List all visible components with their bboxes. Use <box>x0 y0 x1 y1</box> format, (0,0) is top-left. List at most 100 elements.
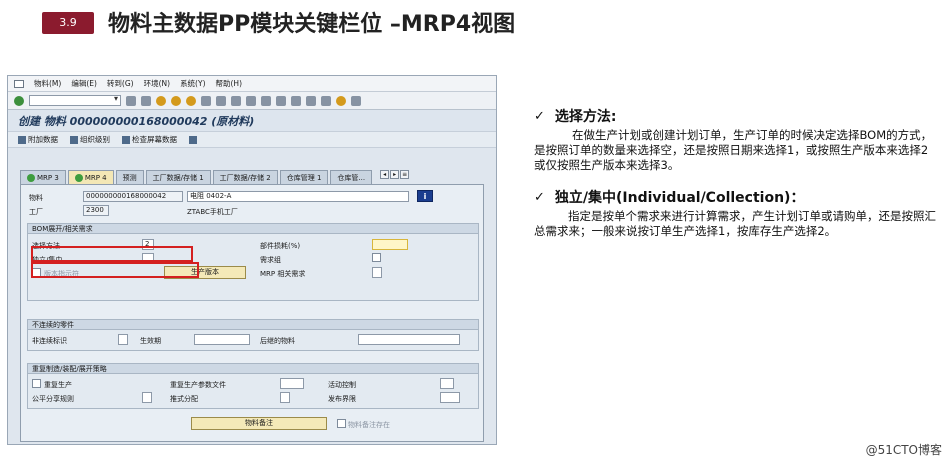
command-field[interactable] <box>29 94 121 106</box>
menu-item-system[interactable]: 系统(Y) <box>180 78 205 89</box>
rem-profile-field[interactable] <box>280 378 304 389</box>
plant-description: ZTABC手机工厂 <box>187 208 238 216</box>
action-control-label: 活动控制 <box>328 381 356 389</box>
next-page-icon[interactable] <box>276 95 286 106</box>
cancel-icon[interactable] <box>186 95 196 106</box>
additional-data-icon <box>18 135 26 144</box>
slide: 3.9 物料主数据PP模块关键栏位 –MRP4视图 物料(M) 编辑(E) 转到… <box>0 0 952 464</box>
rem-profile-label: 重复生产参数文件 <box>170 381 226 389</box>
tab-warehouse-1[interactable]: 仓库管理 1 <box>279 170 329 184</box>
note-title: 选择方法: <box>554 109 617 125</box>
menu-bar: 物料(M) 编辑(E) 转到(G) 环境(N) 系统(Y) 帮助(H) <box>8 76 496 92</box>
tab-warehouse-more[interactable]: 仓库管... <box>330 170 373 184</box>
plant-field[interactable]: 2300 <box>83 205 109 216</box>
standard-toolbar <box>8 92 496 110</box>
tab-strip: MRP 3 MRP 4 预测 工厂数据/存储 1 工厂数据/存储 2 仓库管理 … <box>20 170 410 184</box>
check-mark-icon <box>74 173 83 182</box>
highlight-selection-method <box>31 246 193 262</box>
tab-mrp4[interactable]: MRP 4 <box>67 170 114 184</box>
menu-item-help[interactable]: 帮助(H) <box>216 78 243 89</box>
prev-page-icon[interactable] <box>261 95 271 106</box>
check-screen-data-button[interactable]: 检查屏幕数据 <box>122 134 177 145</box>
print-button[interactable] <box>189 135 197 144</box>
material-label: 物料 <box>29 194 43 202</box>
material-memo-button[interactable]: 物料备注 <box>191 417 327 430</box>
application-toolbar: 附加数据 组织级别 检查屏幕数据 <box>8 132 496 148</box>
menu-item-environment[interactable]: 环境(N) <box>144 78 170 89</box>
print-icon[interactable] <box>201 95 211 106</box>
tab-list-icon[interactable]: ≡ <box>400 170 410 179</box>
slide-title: 物料主数据PP模块关键栏位 –MRP4视图 <box>108 12 516 37</box>
menu-item-material[interactable]: 物料(M) <box>34 78 61 89</box>
tab-navigation: ◂ ▸ ≡ <box>380 170 410 184</box>
fair-share-field[interactable] <box>142 392 152 403</box>
repetitive-mfg-label: 重复生产 <box>44 381 72 389</box>
first-page-icon[interactable] <box>246 95 256 106</box>
effective-out-label: 生效期 <box>140 337 161 345</box>
requirements-group-label: 需求组 <box>260 256 281 264</box>
check-icon <box>122 135 130 144</box>
last-page-icon[interactable] <box>291 95 301 106</box>
printer-icon <box>189 135 197 144</box>
deployment-horizon-field[interactable] <box>440 392 460 403</box>
window-title: 创建 物料 000000000168000042 (原材料) <box>8 110 496 132</box>
mrp-dependent-req-field[interactable] <box>372 267 382 278</box>
find-icon[interactable] <box>216 95 226 106</box>
follow-up-material-label: 后继的物料 <box>260 337 295 345</box>
org-levels-button[interactable]: 组织级别 <box>70 134 110 145</box>
discontinued-indicator-field[interactable] <box>118 334 128 345</box>
note-body: 指定是按单个需求来进行计算需求，产生计划订单或请购单，还是按照汇总需求来；一般来… <box>534 209 936 238</box>
follow-up-material-field[interactable] <box>358 334 460 345</box>
tab-content: 物料 000000000168000042 电阻 0402-A i 工厂 230… <box>20 184 484 442</box>
shortcut-icon[interactable] <box>321 95 331 106</box>
material-description-field[interactable]: 电阻 0402-A <box>187 191 409 202</box>
tab-right-icon[interactable]: ▸ <box>390 170 400 179</box>
exit-icon[interactable] <box>171 95 181 106</box>
component-scrap-field[interactable] <box>372 239 408 250</box>
watermark: @51CTO博客 <box>865 443 942 457</box>
requirements-group-checkbox[interactable] <box>372 253 381 262</box>
note-heading: ✓ 独立/集中(Individual/Collection)： <box>534 187 939 207</box>
group-title: 不连续的零件 <box>28 320 478 330</box>
deployment-horizon-label: 发布界限 <box>328 395 356 403</box>
save-icon[interactable] <box>141 95 151 106</box>
additional-data-button[interactable]: 附加数据 <box>18 134 58 145</box>
action-control-field[interactable] <box>440 378 454 389</box>
find-next-icon[interactable] <box>231 95 241 106</box>
note-title: 独立/集中(Individual/Collection)： <box>554 190 805 206</box>
tab-forecast[interactable]: 预测 <box>115 170 144 184</box>
push-distribution-field[interactable] <box>280 392 290 403</box>
menu-icon[interactable] <box>14 79 24 88</box>
effective-out-field[interactable] <box>194 334 250 345</box>
enter-icon[interactable] <box>14 95 24 106</box>
memo-exists-checkbox[interactable] <box>337 419 346 428</box>
section-badge: 3.9 <box>42 12 94 34</box>
menu-item-goto[interactable]: 转到(G) <box>107 78 134 89</box>
notes-panel: ✓ 选择方法: 在做生产计划或创建计划订单，生产订单的时候决定选择BOM的方式，… <box>534 106 939 239</box>
new-session-icon[interactable] <box>306 95 316 106</box>
tab-plant-storage-2[interactable]: 工厂数据/存储 2 <box>212 170 278 184</box>
material-number-field[interactable]: 000000000168000042 <box>83 191 183 202</box>
help-icon[interactable] <box>336 95 346 106</box>
info-button[interactable]: i <box>417 190 433 202</box>
group-title: BOM展开/相关需求 <box>28 224 478 234</box>
memo-exists-label: 物料备注存在 <box>348 421 390 429</box>
fair-share-label: 公平分享规则 <box>32 395 74 403</box>
tab-mrp3[interactable]: MRP 3 <box>20 170 66 184</box>
tab-left-icon[interactable]: ◂ <box>380 170 390 179</box>
back-arrow-icon[interactable] <box>126 95 136 106</box>
repetitive-mfg-checkbox[interactable] <box>32 379 41 388</box>
check-mark-icon: ✓ <box>534 189 545 205</box>
tab-plant-storage-1[interactable]: 工厂数据/存储 1 <box>145 170 211 184</box>
sap-window: 物料(M) 编辑(E) 转到(G) 环境(N) 系统(Y) 帮助(H) ▾ 创建… <box>7 75 497 445</box>
note-body: 在做生产计划或创建计划订单，生产订单的时候决定选择BOM的方式，是按照订单的数量… <box>534 128 933 172</box>
layout-icon[interactable] <box>351 95 361 106</box>
menu-item-edit[interactable]: 编辑(E) <box>71 78 97 89</box>
group-title: 重复制造/装配/展开策略 <box>28 364 478 374</box>
check-mark-icon: ✓ <box>534 108 545 124</box>
note-heading: ✓ 选择方法: <box>534 106 939 126</box>
check-mark-icon <box>27 173 35 182</box>
back-icon[interactable] <box>156 95 166 106</box>
mrp-dependent-req-label: MRP 相关需求 <box>260 270 306 278</box>
org-levels-icon <box>70 135 78 144</box>
